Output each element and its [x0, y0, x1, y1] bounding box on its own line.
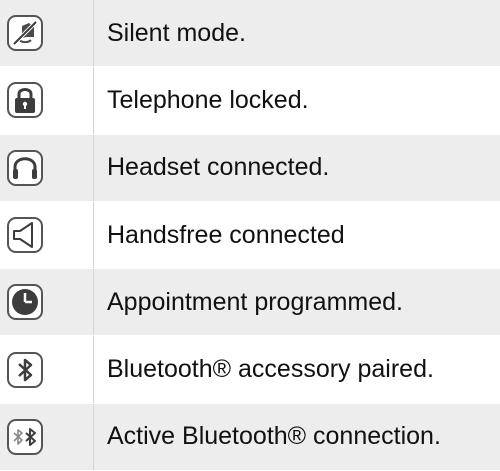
- bluetooth-active-icon: [7, 418, 43, 455]
- icon-cell: [0, 134, 94, 201]
- legend-row-bluetooth-paired: Bluetooth® accessory paired.: [0, 336, 500, 404]
- legend-row-appointment-programmed: Appointment programmed.: [0, 269, 500, 337]
- legend-label: Telephone locked.: [107, 85, 309, 114]
- icon-cell: [0, 403, 94, 471]
- legend-label: Appointment programmed.: [107, 287, 403, 316]
- handsfree-speaker-icon: [7, 217, 43, 254]
- legend-label: Silent mode.: [107, 18, 246, 47]
- silent-mode-icon: [7, 15, 43, 52]
- icon-cell: [0, 0, 94, 67]
- legend-label: Handsfree connected: [107, 220, 345, 249]
- legend-row-telephone-locked: Telephone locked.: [0, 67, 500, 135]
- legend-row-bluetooth-active: Active Bluetooth® connection.: [0, 403, 500, 471]
- icon-cell: [0, 201, 94, 269]
- icon-cell: [0, 336, 94, 403]
- legend-row-headset-connected: Headset connected.: [0, 134, 500, 202]
- bluetooth-icon: [7, 351, 43, 388]
- icon-cell: [0, 269, 94, 336]
- icon-cell: [0, 67, 94, 134]
- legend-label: Active Bluetooth® connection.: [107, 422, 441, 451]
- headset-icon: [7, 149, 43, 186]
- lock-icon: [7, 82, 43, 119]
- legend-label: Bluetooth® accessory paired.: [107, 355, 434, 384]
- legend-row-handsfree-connected: Handsfree connected: [0, 201, 500, 270]
- legend-row-silent-mode: Silent mode.: [0, 0, 500, 68]
- clock-icon: [7, 284, 43, 321]
- icon-legend-table: Silent mode. Telephone locked. Headset c…: [0, 0, 500, 471]
- legend-label: Headset connected.: [107, 153, 330, 182]
